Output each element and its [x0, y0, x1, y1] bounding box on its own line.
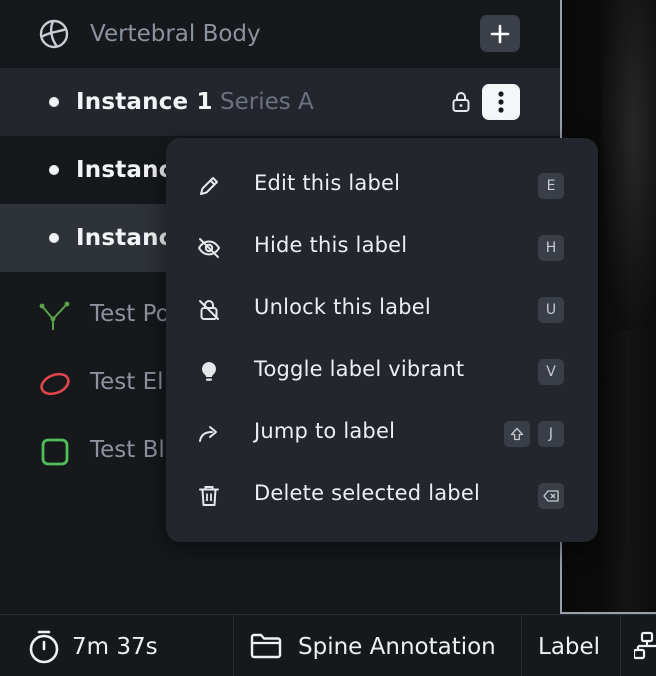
menu-item-edit[interactable]: Edit this label E: [166, 154, 598, 216]
lightbulb-icon: [202, 362, 216, 381]
tool-label: Test El: [90, 369, 164, 395]
instance-dot: [49, 233, 59, 243]
tool-label: Test Bl: [90, 437, 165, 463]
ellipse-icon: [40, 372, 70, 396]
menu-item-label: Jump to label: [254, 419, 396, 443]
shortcut-key: U: [538, 297, 564, 323]
menu-item-label: Unlock this label: [254, 295, 431, 319]
shift-key-icon: [504, 421, 530, 447]
status-bar: 7m 37s Spine Annotation Label: [0, 614, 656, 676]
box-icon: [41, 438, 69, 466]
add-instance-button[interactable]: [480, 15, 520, 52]
menu-item-label: Edit this label: [254, 171, 401, 195]
project-selector[interactable]: Spine Annotation: [234, 615, 521, 676]
app-window: Vertebral Body Instance 1 Series A Insta…: [0, 0, 656, 676]
layer-title: Vertebral Body: [90, 21, 261, 47]
trash-icon: [199, 486, 219, 506]
tool-label: Test Po: [90, 301, 170, 327]
instance-row[interactable]: Instance 1 Series A: [0, 68, 560, 136]
mode-label: Label: [538, 634, 601, 660]
session-timer: 7m 37s: [72, 634, 158, 660]
folder-icon: [250, 633, 282, 659]
menu-item-label: Hide this label: [254, 233, 408, 257]
menu-item-unlock[interactable]: Unlock this label U: [166, 278, 598, 340]
more-vertical-icon: [498, 91, 504, 113]
plus-icon: [490, 24, 510, 43]
pencil-icon: [200, 177, 218, 195]
menu-item-label: Delete selected label: [254, 481, 480, 505]
stopwatch-icon: [29, 630, 59, 664]
menu-item-label: Toggle label vibrant: [254, 357, 465, 381]
shortcut-key: V: [538, 359, 564, 385]
mode-selector[interactable]: Label: [522, 615, 620, 676]
project-name: Spine Annotation: [298, 634, 496, 660]
instance-label: Instance 1: [76, 89, 213, 115]
context-menu: Edit this label E Hide this label H Unlo…: [166, 138, 598, 542]
menu-item-jump[interactable]: Jump to label J: [166, 402, 598, 464]
menu-item-delete[interactable]: Delete selected label: [166, 464, 598, 526]
instance-dot: [49, 165, 59, 175]
shortcut-key: H: [538, 235, 564, 261]
backspace-icon: [538, 483, 564, 509]
instance-dot: [49, 97, 59, 107]
hierarchy-icon[interactable]: [634, 631, 656, 661]
shortcut-key: J: [538, 421, 564, 447]
divider: [620, 615, 621, 676]
image-content: [601, 0, 656, 330]
polyline-icon: [39, 301, 70, 330]
eye-off-icon: [197, 238, 221, 258]
share-arrow-icon: [199, 426, 217, 442]
shortcut-key: E: [538, 173, 564, 199]
more-options-button[interactable]: [482, 84, 520, 120]
lock-icon[interactable]: [449, 90, 473, 114]
instance-series: Series A: [220, 89, 314, 115]
globe-icon: [39, 19, 69, 49]
layer-header[interactable]: Vertebral Body: [0, 0, 560, 68]
unlock-icon: [199, 300, 219, 320]
menu-item-toggle-vibrant[interactable]: Toggle label vibrant V: [166, 340, 598, 402]
menu-item-hide[interactable]: Hide this label H: [166, 216, 598, 278]
